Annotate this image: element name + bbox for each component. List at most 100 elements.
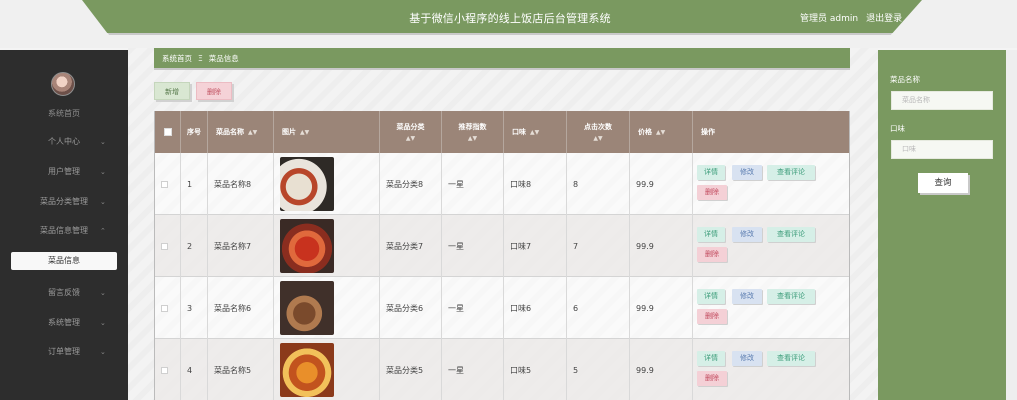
taste-cell: 口味8 (504, 153, 567, 215)
sidebar-subitem-dish-info[interactable]: 菜品信息 (11, 252, 117, 270)
sidebar: 系统首页 个人中心 ⌄ 用户管理 ⌄ 菜品分类管理 ⌄ 菜品信息管理 ⌃ 菜品信… (0, 50, 128, 400)
chevron-down-icon: ⌄ (100, 198, 106, 206)
dish-category-cell: 菜品分类5 (380, 339, 442, 400)
row-checkbox[interactable] (161, 366, 168, 374)
sort-icon: ▲▼ (405, 135, 416, 142)
search-button[interactable]: 查询 (918, 173, 968, 193)
row-index-text: 3 (187, 303, 193, 313)
column-header-name[interactable]: 菜品名称 ▲▼ (208, 111, 274, 153)
dish-name-cell-text: 菜品名称6 (214, 303, 252, 313)
logout-link[interactable]: 退出登录 (866, 11, 902, 24)
breadcrumb-home[interactable]: 系统首页 (162, 54, 192, 63)
row-checkbox[interactable] (161, 242, 168, 250)
taste-cell-text: 口味7 (510, 241, 532, 251)
breadcrumb: 系统首页 Ξ 菜品信息 (154, 48, 850, 70)
recommend-cell-text: 一星 (448, 179, 464, 189)
sidebar-item-personal-center[interactable]: 个人中心 ⌄ (0, 133, 128, 151)
header-select-all[interactable] (155, 111, 181, 153)
dish-name-input[interactable]: 菜品名称 (891, 91, 993, 110)
recommend-cell-text: 一星 (448, 365, 464, 375)
sort-icon: ▲▼ (467, 135, 478, 142)
edit-button[interactable]: 修改 (732, 289, 762, 304)
actions-cell (693, 215, 849, 277)
right-edge (1006, 50, 1017, 400)
row-index-text: 2 (187, 241, 193, 251)
row-delete-button[interactable]: 删除 (697, 309, 727, 324)
column-header-category[interactable]: 菜品分类 ▲▼ (380, 111, 442, 153)
batch-delete-button[interactable]: 删除 (196, 82, 232, 100)
detail-button[interactable]: 详情 (697, 165, 725, 180)
add-button[interactable]: 新增 (154, 82, 190, 100)
view-reviews-button[interactable]: 查看评论 (767, 351, 815, 366)
chevron-up-icon: ⌃ (100, 227, 106, 235)
taste-cell: 口味6 (504, 277, 567, 339)
row-index: 4 (181, 339, 208, 400)
view-reviews-button[interactable]: 查看评论 (767, 165, 815, 180)
column-header-price[interactable]: 价格 ▲▼ (630, 111, 693, 153)
edit-button[interactable]: 修改 (732, 351, 762, 366)
view-reviews-button[interactable]: 查看评论 (767, 227, 815, 242)
column-label: 操作 (701, 128, 715, 136)
dish-name-cell: 菜品名称6 (208, 277, 274, 339)
edit-button[interactable]: 修改 (732, 227, 762, 242)
dish-category-cell: 菜品分类8 (380, 153, 442, 215)
sort-icon: ▲▼ (530, 128, 540, 136)
sidebar-item-system-management[interactable]: 系统管理 ⌄ (0, 314, 128, 332)
row-delete-button[interactable]: 删除 (697, 247, 727, 262)
sidebar-item-dish-management[interactable]: 菜品信息管理 ⌃ (0, 222, 128, 240)
column-header-recommend[interactable]: 推荐指数 ▲▼ (442, 111, 504, 153)
edit-button[interactable]: 修改 (732, 165, 762, 180)
row-select-cell[interactable] (155, 277, 181, 339)
actions-cell (693, 153, 849, 215)
sidebar-item-feedback[interactable]: 留言反馈 ⌄ (0, 284, 128, 302)
dish-name-cell: 菜品名称8 (208, 153, 274, 215)
select-all-checkbox[interactable] (163, 128, 172, 136)
taste-cell-text: 口味5 (510, 365, 532, 375)
breadcrumb-current: 菜品信息 (208, 54, 239, 63)
taste-label: 口味 (890, 124, 905, 133)
detail-button[interactable]: 详情 (697, 289, 725, 304)
row-select-cell[interactable] (155, 153, 181, 215)
sidebar-item-label: 留言反馈 (48, 288, 80, 297)
chevron-down-icon: ⌄ (100, 348, 106, 356)
actions-cell (693, 339, 849, 400)
column-header-taste[interactable]: 口味 ▲▼ (504, 111, 567, 153)
chevron-down-icon: ⌄ (100, 138, 106, 146)
recommend-cell-text: 一星 (448, 303, 464, 313)
sort-icon: ▲▼ (593, 135, 603, 142)
dish-image-cell (274, 153, 380, 215)
user-area: 管理员 admin 退出登录 (800, 11, 902, 24)
taste-cell-text: 口味6 (510, 303, 532, 313)
taste-input[interactable]: 口味 (891, 140, 993, 159)
breadcrumb-separator-icon: Ξ (198, 54, 203, 63)
row-checkbox[interactable] (161, 304, 168, 312)
detail-button[interactable]: 详情 (697, 351, 725, 366)
row-delete-button[interactable]: 删除 (697, 185, 727, 200)
row-index-text: 1 (187, 179, 193, 189)
row-select-cell[interactable] (155, 215, 181, 277)
sidebar-item-label: 个人中心 (48, 137, 80, 146)
sidebar-item-order-management[interactable]: 订单管理 ⌄ (0, 343, 128, 361)
row-index-text: 4 (187, 365, 193, 375)
column-label: 菜品名称 (216, 128, 244, 136)
dish-category-cell-text: 菜品分类5 (386, 365, 424, 375)
row-checkbox[interactable] (161, 180, 168, 188)
column-header-clicks[interactable]: 点击次数 ▲▼ (567, 111, 630, 153)
view-reviews-button[interactable]: 查看评论 (767, 289, 815, 304)
row-delete-button[interactable]: 删除 (697, 371, 727, 386)
sidebar-item-category-management[interactable]: 菜品分类管理 ⌄ (0, 193, 128, 211)
sidebar-item-user-management[interactable]: 用户管理 ⌄ (0, 163, 128, 181)
detail-button[interactable]: 详情 (697, 227, 725, 242)
dish-image (280, 281, 334, 335)
row-select-cell[interactable] (155, 339, 181, 400)
column-header-image[interactable]: 图片 ▲▼ (274, 111, 380, 153)
column-header-actions: 操作 (693, 111, 849, 153)
clicks-cell-text: 7 (573, 241, 579, 251)
price-cell: 99.9 (630, 215, 693, 277)
sidebar-item-label: 用户管理 (48, 167, 80, 176)
sidebar-item-home[interactable]: 系统首页 (0, 108, 128, 119)
clicks-cell-text: 5 (573, 365, 579, 375)
clicks-cell-text: 6 (573, 303, 579, 313)
dish-category-cell-text: 菜品分类6 (386, 303, 424, 313)
clicks-cell-text: 8 (573, 179, 579, 189)
